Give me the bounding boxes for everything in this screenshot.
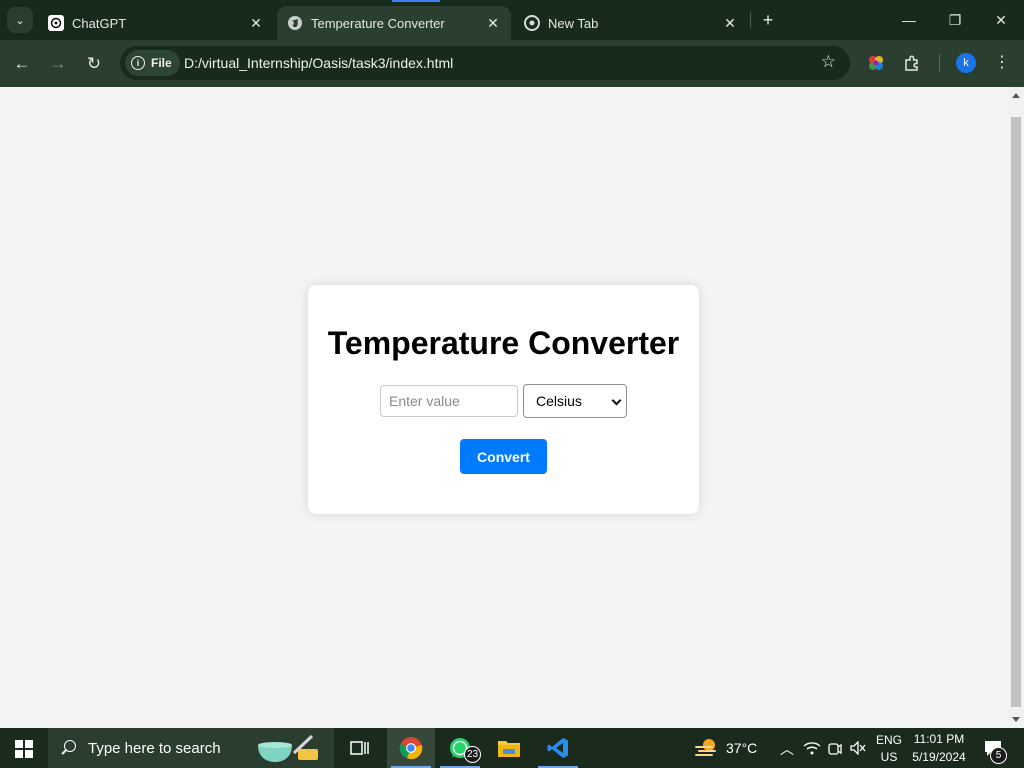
weather-haze-icon bbox=[695, 739, 716, 756]
bookmark-star-icon[interactable]: ☆ bbox=[821, 52, 836, 72]
close-tab-icon[interactable]: ✕ bbox=[246, 13, 266, 33]
folder-icon bbox=[498, 741, 520, 757]
minimize-button[interactable]: — bbox=[886, 0, 932, 40]
address-bar[interactable]: i File D:/virtual_Internship/Oasis/task3… bbox=[120, 46, 850, 80]
reload-button[interactable]: ↻ bbox=[80, 50, 108, 78]
scroll-up-arrow-icon[interactable] bbox=[1012, 93, 1020, 98]
browser-toolbar: ← → ↻ i File D:/virtual_Internship/Oasis… bbox=[0, 40, 1024, 87]
chrome-icon bbox=[399, 737, 423, 760]
minimize-icon: — bbox=[902, 12, 916, 28]
scroll-down-arrow-icon[interactable] bbox=[1012, 717, 1020, 722]
vscode-icon bbox=[547, 738, 568, 758]
search-icon bbox=[60, 740, 76, 756]
camera-icon[interactable] bbox=[828, 741, 842, 757]
arrow-right-icon: → bbox=[49, 54, 67, 73]
page-title: Temperature Converter bbox=[327, 325, 680, 361]
wifi-icon[interactable] bbox=[803, 741, 821, 755]
new-tab-button[interactable]: + bbox=[756, 9, 780, 31]
restore-icon: ❐ bbox=[948, 11, 962, 28]
speaker-muted-icon[interactable] bbox=[850, 741, 866, 755]
taskbar-search-placeholder: Type here to search bbox=[88, 739, 221, 757]
extensions-puzzle-icon[interactable] bbox=[901, 52, 923, 74]
converter-card: Temperature Converter Celsius Convert bbox=[308, 285, 699, 514]
temperature-value-input[interactable] bbox=[380, 385, 518, 417]
notification-count-badge: 5 bbox=[990, 747, 1007, 764]
tab-strip: ⌄ ChatGPT ✕ Temperature Converter ✕ New … bbox=[0, 0, 1024, 40]
clock-date: 5/19/2024 bbox=[912, 750, 966, 764]
forward-button[interactable]: → bbox=[44, 50, 72, 78]
taskbar-search-box[interactable]: Type here to search bbox=[48, 728, 334, 768]
chrome-icon bbox=[524, 15, 540, 31]
site-info-chip[interactable]: i File bbox=[125, 50, 180, 76]
taskbar-vscode[interactable] bbox=[534, 728, 582, 768]
weather-temperature[interactable]: 37°C bbox=[726, 740, 757, 756]
plus-icon: + bbox=[762, 9, 774, 30]
task-view-icon bbox=[350, 741, 369, 755]
show-hidden-icons-chevron-icon[interactable]: ︿ bbox=[780, 739, 794, 759]
taskbar-whatsapp[interactable]: 23 bbox=[436, 728, 484, 768]
language-line-1: ENG bbox=[876, 733, 903, 747]
tab-separator bbox=[750, 12, 751, 28]
close-tab-icon[interactable]: ✕ bbox=[720, 13, 740, 33]
restore-button[interactable]: ❐ bbox=[932, 0, 978, 40]
site-chip-label: File bbox=[151, 56, 172, 70]
close-window-button[interactable]: ✕ bbox=[978, 0, 1024, 40]
tab-load-indicator bbox=[392, 0, 440, 2]
chevron-down-icon: ⌄ bbox=[15, 14, 25, 27]
tab-title: Temperature Converter bbox=[311, 15, 445, 31]
color-extension-icon[interactable] bbox=[865, 52, 887, 74]
info-icon: i bbox=[131, 56, 145, 70]
task-view-button[interactable] bbox=[336, 728, 384, 768]
whatsapp-badge: 23 bbox=[464, 746, 481, 763]
more-menu-icon[interactable]: ⋮ bbox=[992, 52, 1012, 72]
reload-icon: ↻ bbox=[86, 54, 102, 73]
close-icon: ✕ bbox=[995, 11, 1007, 28]
tab-chatgpt[interactable]: ChatGPT ✕ bbox=[38, 6, 274, 40]
clock-time: 11:01 PM bbox=[913, 732, 965, 746]
tab-new-tab[interactable]: New Tab ✕ bbox=[514, 6, 748, 40]
close-tab-icon[interactable]: ✕ bbox=[483, 13, 503, 33]
scrollbar-thumb[interactable] bbox=[1011, 117, 1021, 707]
taskbar-chrome[interactable] bbox=[387, 728, 435, 768]
windows-start-icon[interactable] bbox=[15, 740, 33, 758]
language-line-2: US bbox=[880, 750, 898, 764]
profile-avatar[interactable]: k bbox=[956, 53, 976, 73]
chevron-down-icon bbox=[611, 395, 622, 406]
toolbar-separator bbox=[939, 54, 940, 72]
url-text[interactable]: D:/virtual_Internship/Oasis/task3/index.… bbox=[184, 55, 453, 71]
unit-select-value: Celsius bbox=[536, 393, 582, 409]
tab-search-button[interactable]: ⌄ bbox=[7, 7, 33, 33]
unit-select[interactable]: Celsius bbox=[523, 384, 627, 418]
tab-title: ChatGPT bbox=[72, 15, 127, 31]
tab-temperature-converter[interactable]: Temperature Converter ✕ bbox=[277, 6, 511, 40]
globe-icon bbox=[288, 16, 302, 30]
convert-button[interactable]: Convert bbox=[460, 439, 547, 474]
search-highlight-art-icon bbox=[258, 734, 318, 762]
page-viewport: Temperature Converter Celsius Convert bbox=[0, 87, 1024, 728]
arrow-left-icon: ← bbox=[13, 54, 31, 73]
vertical-scrollbar[interactable] bbox=[1008, 87, 1024, 728]
chatgpt-icon bbox=[48, 15, 64, 31]
tab-title: New Tab bbox=[548, 15, 599, 31]
taskbar-file-explorer[interactable] bbox=[485, 728, 533, 768]
back-button[interactable]: ← bbox=[8, 50, 36, 78]
windows-taskbar: Type here to search 23 37°C ︿ ENG US 11:… bbox=[0, 728, 1024, 768]
